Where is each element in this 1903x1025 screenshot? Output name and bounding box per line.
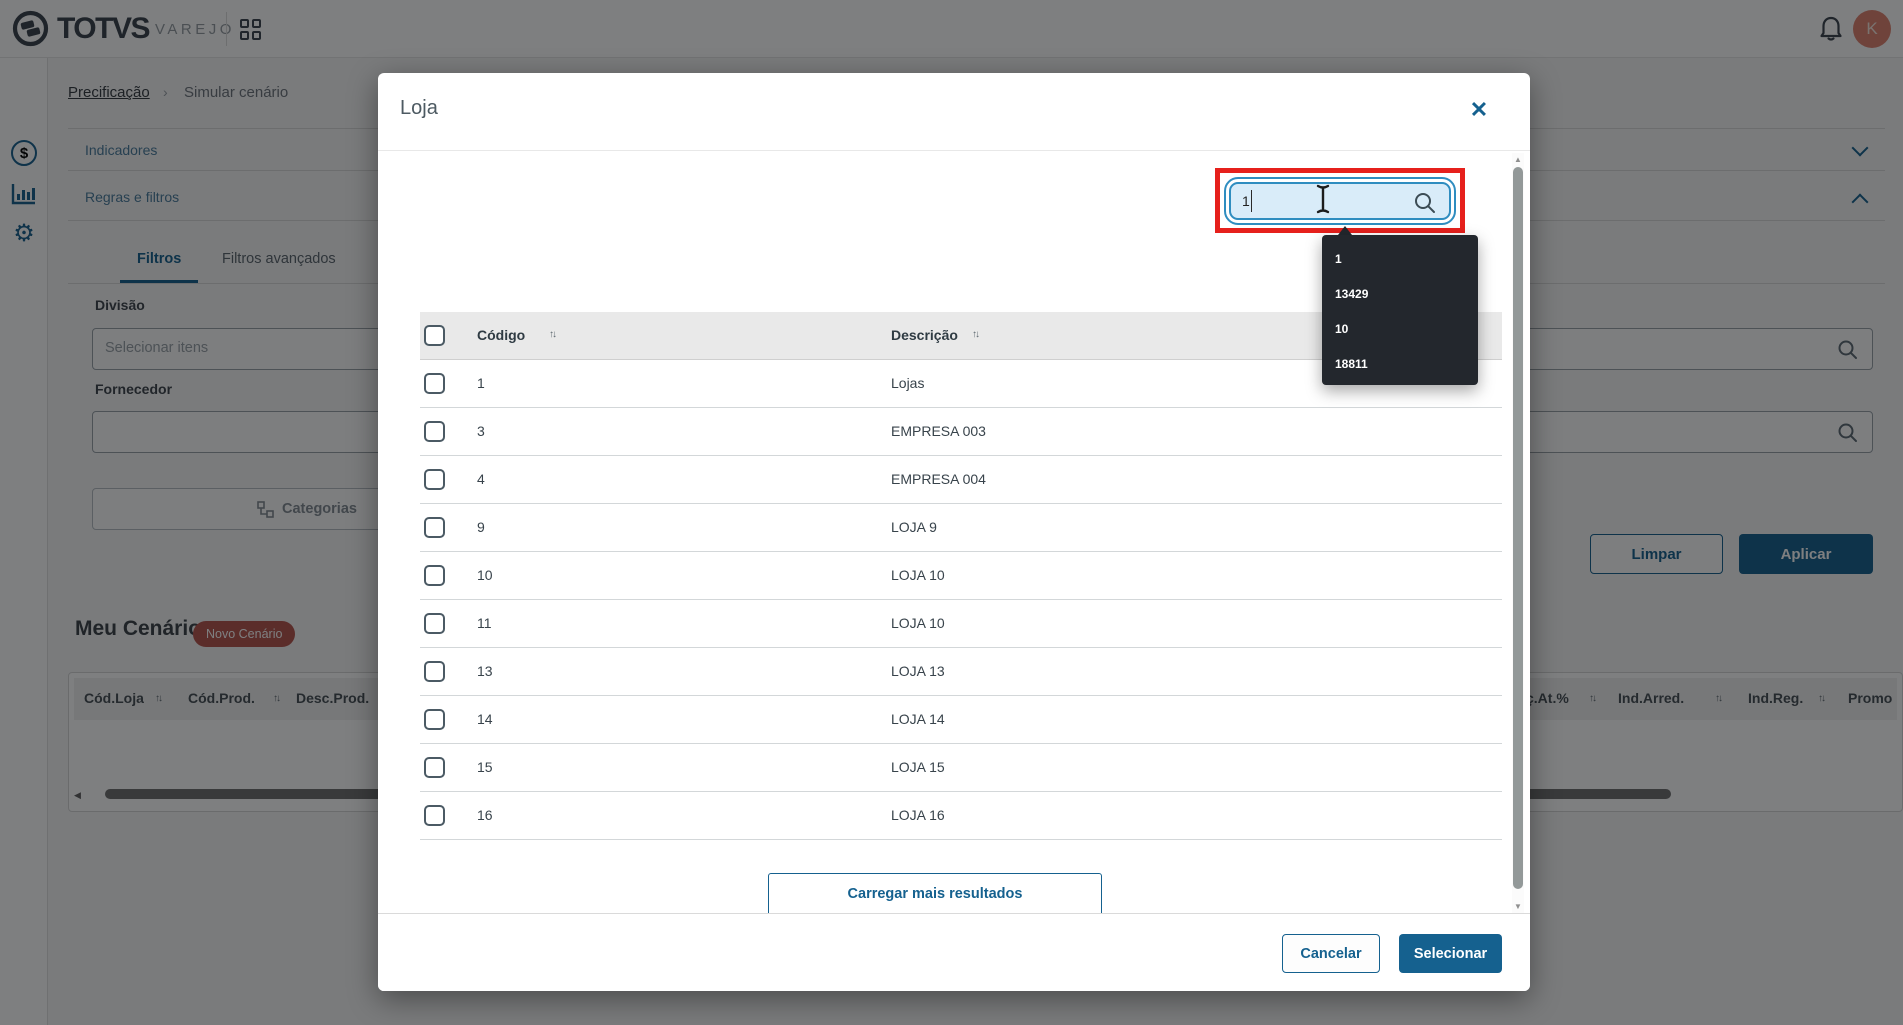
scrollbar-thumb[interactable] [1513, 167, 1523, 889]
cancel-button[interactable]: Cancelar [1282, 934, 1380, 973]
row-description: LOJA 13 [891, 663, 945, 679]
sort-icon[interactable]: ↑↓ [549, 329, 557, 340]
row-checkbox[interactable] [424, 517, 445, 538]
search-value: 1 [1242, 193, 1250, 209]
store-table: Código ↑↓ Descrição ↑↓ 1 Lojas 3 EMPRESA… [420, 312, 1502, 840]
close-icon[interactable]: ✕ [1464, 95, 1494, 125]
scroll-down-icon[interactable]: ▼ [1513, 902, 1523, 911]
table-row[interactable]: 4 EMPRESA 004 [420, 456, 1502, 504]
row-checkbox[interactable] [424, 421, 445, 442]
text-caret [1250, 190, 1253, 212]
search-icon[interactable] [1413, 191, 1437, 215]
table-row[interactable]: 9 LOJA 9 [420, 504, 1502, 552]
col-descricao[interactable]: Descrição [891, 327, 958, 343]
row-checkbox[interactable] [424, 565, 445, 586]
row-description: LOJA 9 [891, 519, 937, 535]
table-row[interactable]: 10 LOJA 10 [420, 552, 1502, 600]
table-row[interactable]: 14 LOJA 14 [420, 696, 1502, 744]
table-row[interactable]: 13 LOJA 13 [420, 648, 1502, 696]
row-code: 4 [477, 471, 485, 487]
table-row[interactable]: 16 LOJA 16 [420, 792, 1502, 840]
row-code: 13 [477, 663, 493, 679]
modal-title: Loja [400, 97, 438, 119]
modal-scrollbar[interactable]: ▲ ▼ [1512, 153, 1524, 913]
row-checkbox[interactable] [424, 757, 445, 778]
ibeam-cursor [1316, 184, 1330, 214]
suggestion-item[interactable]: 13429 [1322, 277, 1478, 312]
row-code: 15 [477, 759, 493, 775]
modal-header-divider [378, 150, 1530, 151]
row-checkbox[interactable] [424, 373, 445, 394]
row-description: LOJA 10 [891, 567, 945, 583]
row-checkbox[interactable] [424, 469, 445, 490]
select-button[interactable]: Selecionar [1399, 934, 1502, 973]
row-code: 10 [477, 567, 493, 583]
table-row[interactable]: 3 EMPRESA 003 [420, 408, 1502, 456]
row-code: 9 [477, 519, 485, 535]
scroll-up-icon[interactable]: ▲ [1513, 155, 1523, 164]
row-description: EMPRESA 003 [891, 423, 986, 439]
select-all-checkbox[interactable] [424, 325, 445, 346]
row-description: Lojas [891, 375, 925, 391]
suggestion-item[interactable]: 18811 [1322, 347, 1478, 382]
col-codigo[interactable]: Código [477, 327, 525, 343]
suggestion-item[interactable]: 1 [1322, 242, 1478, 277]
row-description: LOJA 15 [891, 759, 945, 775]
row-code: 16 [477, 807, 493, 823]
search-suggestions-dropdown: 1 13429 10 18811 [1322, 235, 1478, 385]
row-description: LOJA 10 [891, 615, 945, 631]
row-checkbox[interactable] [424, 709, 445, 730]
row-code: 11 [477, 615, 492, 631]
row-code: 3 [477, 423, 485, 439]
row-description: LOJA 16 [891, 807, 945, 823]
table-row[interactable]: 15 LOJA 15 [420, 744, 1502, 792]
row-checkbox[interactable] [424, 613, 445, 634]
modal-footer: Cancelar Selecionar [378, 913, 1530, 991]
sort-icon[interactable]: ↑↓ [972, 329, 980, 340]
suggestion-item[interactable]: 10 [1322, 312, 1478, 347]
row-code: 1 [477, 375, 485, 391]
row-description: EMPRESA 004 [891, 471, 986, 487]
store-table-body: 1 Lojas 3 EMPRESA 003 4 EMPRESA 004 9 LO… [420, 360, 1502, 840]
row-description: LOJA 14 [891, 711, 945, 727]
modal-search-input[interactable]: 1 [1224, 177, 1456, 225]
screen: TOTVS VAREJO K $ ⚙ Precificação › [0, 0, 1903, 1025]
row-checkbox[interactable] [424, 805, 445, 826]
table-row[interactable]: 11 LOJA 10 [420, 600, 1502, 648]
row-code: 14 [477, 711, 493, 727]
dropdown-caret [1338, 226, 1352, 235]
row-checkbox[interactable] [424, 661, 445, 682]
